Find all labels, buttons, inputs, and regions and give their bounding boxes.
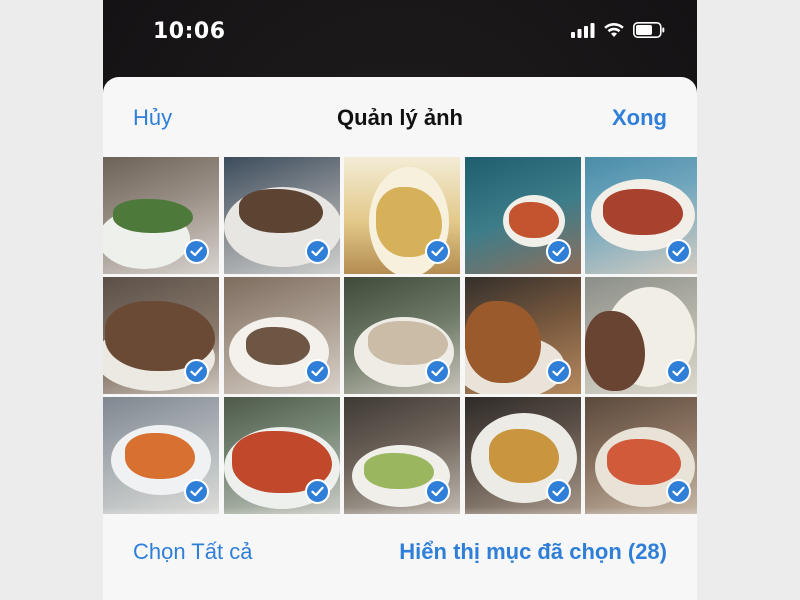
- photo-thumbnail[interactable]: [464, 397, 581, 514]
- photo-thumbnail[interactable]: [223, 277, 340, 394]
- photo-thumbnail[interactable]: [223, 157, 340, 274]
- photo-thumbnail[interactable]: [464, 277, 581, 394]
- cancel-button[interactable]: Hủy: [133, 105, 172, 131]
- page-title: Quản lý ảnh: [337, 105, 463, 130]
- photo-thumbnail[interactable]: [344, 277, 460, 394]
- photo-food-shape: [125, 433, 195, 479]
- done-button[interactable]: Xong: [612, 105, 667, 131]
- show-selected-button[interactable]: Hiển thị mục đã chọn (28): [399, 539, 667, 565]
- photo-food-shape: [364, 453, 434, 489]
- checkmark-icon: [425, 479, 450, 504]
- photo-food-shape: [607, 439, 681, 485]
- photo-thumbnail[interactable]: [103, 277, 219, 394]
- checkmark-icon: [545, 479, 571, 504]
- manage-photos-sheet: Hủy Quản lý ảnh Xong Chọn Tất cả Hiển th…: [103, 77, 697, 600]
- photo-thumbnail[interactable]: [103, 397, 219, 514]
- nav-bar: Hủy Quản lý ảnh Xong: [103, 77, 697, 157]
- photo-thumbnail[interactable]: [464, 157, 581, 274]
- wifi-icon: [604, 22, 624, 37]
- checkmark-icon: [304, 239, 330, 264]
- checkmark-icon: [666, 479, 691, 504]
- photo-thumbnail[interactable]: [585, 397, 697, 514]
- photo-food-shape: [113, 199, 193, 233]
- photo-food-shape: [245, 327, 310, 365]
- status-icons: [571, 22, 665, 38]
- select-all-button[interactable]: Chọn Tất cả: [133, 539, 252, 565]
- bottom-toolbar: Chọn Tất cả Hiển thị mục đã chọn (28): [103, 517, 697, 600]
- checkmark-icon: [304, 359, 330, 384]
- checkmark-icon: [666, 239, 691, 264]
- photo-food-shape: [603, 189, 683, 235]
- checkmark-icon: [425, 239, 450, 264]
- photo-food-shape: [508, 202, 559, 238]
- checkmark-icon: [666, 359, 691, 384]
- photo-thumbnail[interactable]: [223, 397, 340, 514]
- photo-thumbnail[interactable]: [103, 157, 219, 274]
- phone-screen: 10:06 Hủy Quản lý ảnh Xong Chọn Tất cả H…: [103, 0, 697, 600]
- photo-thumbnail[interactable]: [585, 157, 697, 274]
- checkmark-icon: [184, 479, 209, 504]
- checkmark-icon: [184, 239, 209, 264]
- status-time: 10:06: [153, 19, 226, 44]
- checkmark-icon: [425, 359, 450, 384]
- checkmark-icon: [545, 359, 571, 384]
- battery-icon: [633, 22, 665, 38]
- photo-thumbnail[interactable]: [585, 277, 697, 394]
- checkmark-icon: [545, 239, 571, 264]
- checkmark-icon: [304, 479, 330, 504]
- photo-food-shape: [238, 189, 323, 233]
- photo-thumbnail[interactable]: [344, 397, 460, 514]
- photo-thumbnail[interactable]: [344, 157, 460, 274]
- photo-food-shape: [488, 429, 559, 483]
- checkmark-icon: [184, 359, 209, 384]
- cellular-signal-icon: [571, 23, 595, 38]
- photo-food-shape: [464, 301, 541, 383]
- status-bar: 10:06: [103, 0, 697, 70]
- photo-grid: [103, 157, 697, 517]
